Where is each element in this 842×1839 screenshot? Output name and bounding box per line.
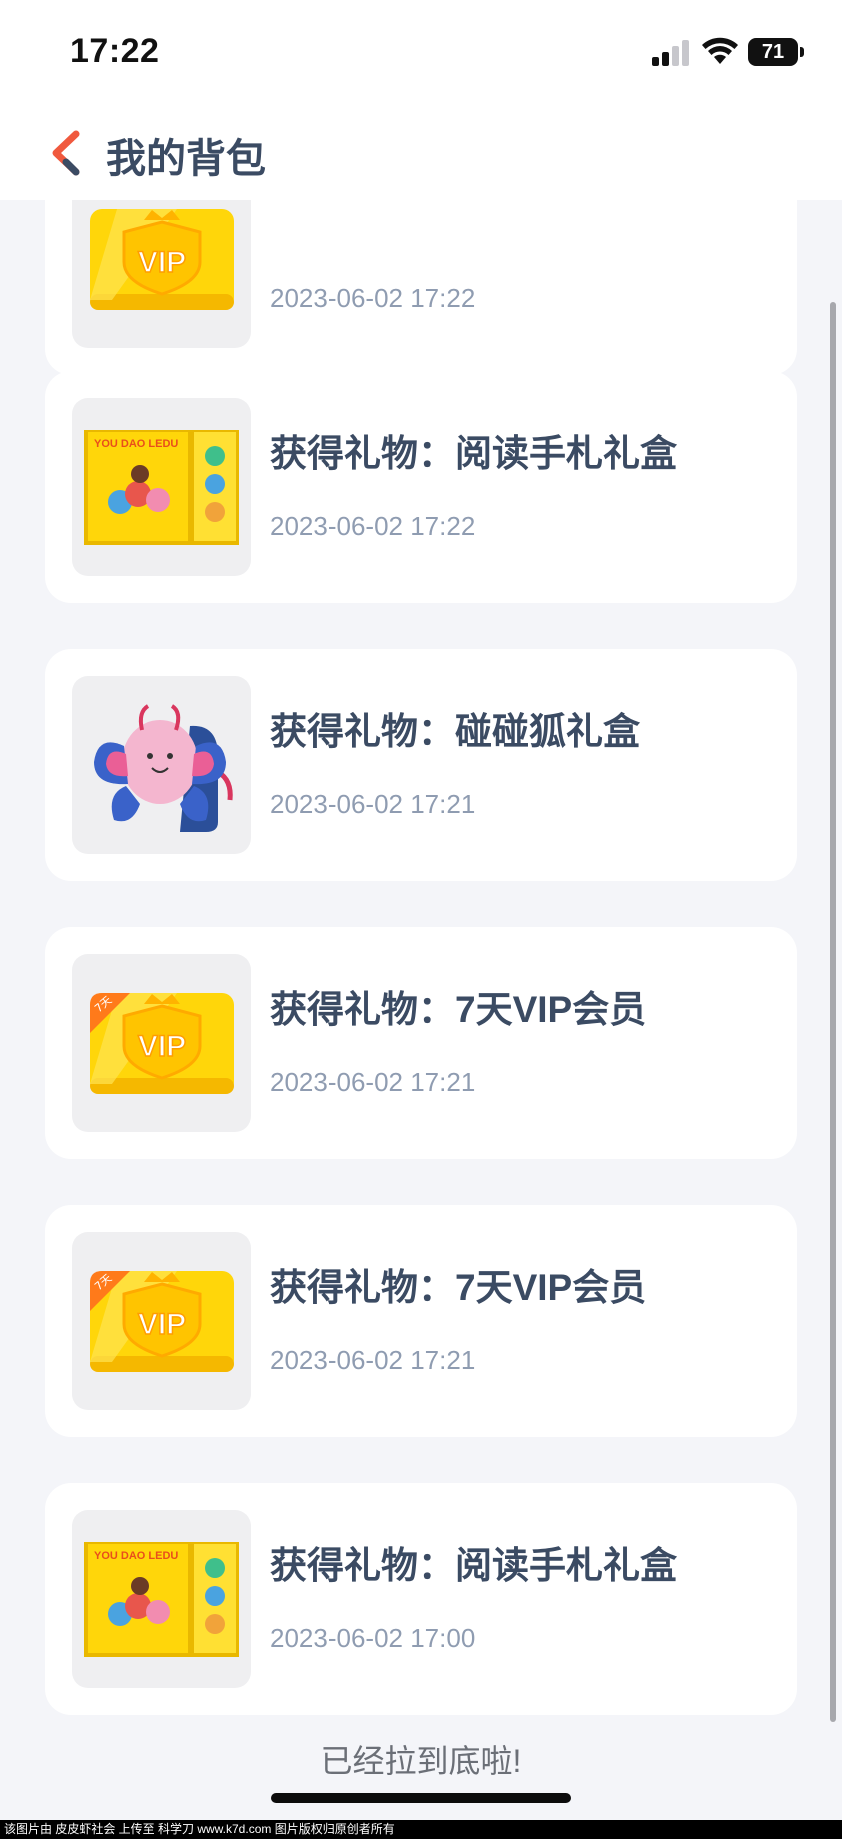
home-indicator[interactable]	[271, 1793, 571, 1803]
cellular-signal-icon	[652, 40, 690, 66]
item-time: 2023-06-02 17:21	[270, 1067, 476, 1097]
wifi-icon	[702, 37, 738, 64]
vip-card-thumbnail: 7天	[72, 954, 251, 1132]
status-bar: 17:22 71	[0, 0, 842, 100]
vip-card-thumbnail: 7天	[72, 1232, 251, 1410]
item-time: 2023-06-02 17:22	[270, 511, 476, 541]
item-title: 获得礼物：阅读手札礼盒	[270, 1545, 677, 1586]
item-time: 2023-06-02 17:21	[270, 1345, 476, 1375]
end-of-list-text: 已经拉到底啦!	[320, 1743, 522, 1779]
status-time: 17:22	[70, 32, 160, 70]
item-time: 2023-06-02 17:21	[270, 789, 476, 819]
battery-tip	[800, 47, 804, 57]
list-item[interactable]: 获得礼物：碰碰狐礼盒 2023-06-02 17:21	[45, 649, 797, 881]
list-item[interactable]: YOU DAO LEDU 获得礼物：阅读手札礼盒 2023-06-02 17:2…	[45, 371, 797, 603]
list-item[interactable]: 7天 获得礼物：7天VIP会员 2023-06-02 17:21	[45, 927, 797, 1159]
box-brand-label: YOU DAO LEDU	[94, 438, 179, 450]
list-item[interactable]: YOU DAO LEDU 获得礼物：阅读手札礼盒 2023-06-02 17:0…	[45, 1483, 797, 1715]
vip-card-thumbnail	[72, 200, 251, 348]
box-brand-label: YOU DAO LEDU	[94, 1550, 179, 1562]
item-time: 2023-06-02 17:00	[270, 1623, 476, 1653]
item-title: 获得礼物：阅读手札礼盒	[270, 433, 677, 474]
page-title: 我的背包	[106, 137, 266, 181]
battery-icon: 71	[748, 38, 798, 66]
item-title: 获得礼物：碰碰狐礼盒	[270, 711, 640, 752]
list-item[interactable]: 2023-06-02 17:22	[45, 200, 797, 375]
list-item[interactable]: 7天 获得礼物：7天VIP会员 2023-06-02 17:21	[45, 1205, 797, 1437]
reading-box-thumbnail: YOU DAO LEDU	[72, 1510, 251, 1688]
watermark-text: 该图片由 皮皮虾社会 上传至 科学刀 www.k7d.com 图片版权归原创者所…	[0, 1820, 842, 1839]
item-title: 获得礼物：7天VIP会员	[270, 989, 647, 1030]
reading-box-thumbnail: YOU DAO LEDU	[72, 398, 251, 576]
item-time: 2023-06-02 17:22	[270, 283, 476, 313]
scrollbar[interactable]	[830, 302, 836, 1722]
gift-list: 2023-06-02 17:22 YOU DAO LEDU 获得礼物：阅读手札礼…	[0, 200, 842, 1730]
item-title: 获得礼物：7天VIP会员	[270, 1267, 647, 1308]
back-arrow-icon[interactable]	[44, 128, 88, 178]
butterfly-backpack-thumbnail	[72, 676, 251, 854]
nav-header: 我的背包	[0, 100, 842, 200]
